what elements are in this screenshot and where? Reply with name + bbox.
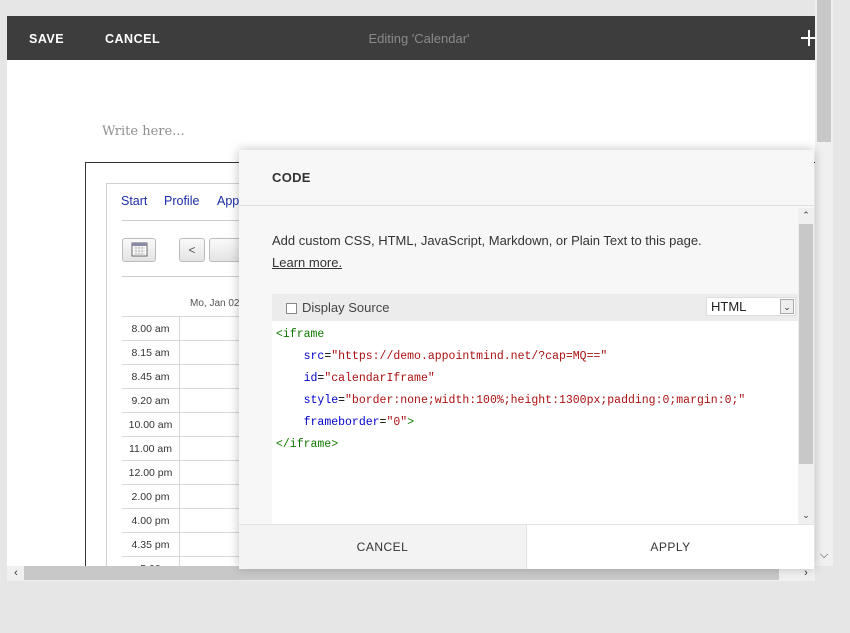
modal-apply-button[interactable]: APPLY — [527, 525, 814, 569]
cal-nav-appointments[interactable]: App — [217, 194, 239, 208]
write-here-placeholder[interactable]: Write here... — [102, 124, 185, 139]
description-text: Add custom CSS, HTML, JavaScript, Markdo… — [272, 233, 702, 248]
code-line: src="https://demo.appointmind.net/?cap=M… — [303, 350, 608, 363]
time-label: 10.00 am — [122, 413, 180, 437]
code-editor[interactable]: Display Source HTML ⌄ <iframe src="https… — [272, 294, 798, 524]
time-label: 11.00 am — [122, 437, 180, 461]
modal-title: CODE — [272, 170, 311, 185]
mode-select[interactable]: HTML ⌄ — [706, 297, 796, 316]
background-strip — [0, 0, 7, 633]
editing-title: Editing 'Calendar' — [368, 31, 470, 46]
modal-cancel-button[interactable]: CANCEL — [239, 525, 527, 569]
day-header: Mo, Jan 02 — [190, 298, 240, 309]
plus-icon[interactable] — [799, 28, 815, 48]
scroll-up-icon[interactable]: ⌃ — [798, 208, 814, 222]
calendar-icon — [131, 242, 148, 257]
scrollbar-thumb[interactable] — [799, 224, 813, 464]
scroll-left-icon[interactable]: ‹ — [9, 566, 23, 581]
scroll-down-icon[interactable]: ⌄ — [798, 508, 814, 522]
code-line: style="border:none;width:100%;height:130… — [303, 394, 746, 407]
time-label: 2.00 pm — [122, 485, 180, 509]
code-line: </iframe> — [276, 438, 339, 451]
modal-footer: CANCEL APPLY — [239, 524, 814, 569]
time-label: 5.00 — [122, 557, 180, 566]
time-label: 8.15 am — [122, 341, 180, 365]
cal-nav-profile[interactable]: Profile — [164, 194, 199, 208]
page-vertical-scrollbar[interactable]: ⌵ — [815, 0, 833, 566]
scroll-down-icon[interactable]: ⌵ — [815, 547, 833, 563]
code-text[interactable]: <iframe src="https://demo.appointmind.ne… — [276, 324, 745, 456]
time-label: 8.45 am — [122, 365, 180, 389]
time-label: 4.00 pm — [122, 509, 180, 533]
editor-header: Display Source HTML ⌄ — [272, 294, 798, 321]
time-label: 12.00 pm — [122, 461, 180, 485]
mode-select-value: HTML — [711, 299, 747, 314]
time-label: 4.35 pm — [122, 533, 180, 557]
code-line: <iframe — [276, 328, 325, 341]
top-toolbar: SAVE CANCEL Editing 'Calendar' — [7, 16, 815, 60]
code-modal: CODE Add custom CSS, HTML, JavaScript, M… — [239, 150, 814, 569]
calendar-picker-button[interactable] — [122, 238, 156, 262]
display-source-checkbox[interactable] — [286, 303, 297, 314]
display-source-label[interactable]: Display Source — [302, 300, 389, 315]
divider — [239, 205, 814, 206]
modal-vertical-scrollbar[interactable]: ⌃ ⌄ — [798, 208, 814, 524]
scrollbar-thumb[interactable] — [817, 0, 831, 142]
learn-more-link[interactable]: Learn more. — [272, 255, 342, 270]
chevron-down-icon: ⌄ — [780, 299, 794, 314]
time-label: 8.00 am — [122, 317, 180, 341]
code-line: frameborder="0"> — [303, 416, 415, 429]
time-label: 9.20 am — [122, 389, 180, 413]
modal-description: Add custom CSS, HTML, JavaScript, Markdo… — [272, 230, 782, 274]
code-line: id="calendarIframe" — [303, 372, 435, 385]
prev-day-button[interactable]: < — [179, 238, 205, 262]
cal-nav-start[interactable]: Start — [121, 194, 147, 208]
